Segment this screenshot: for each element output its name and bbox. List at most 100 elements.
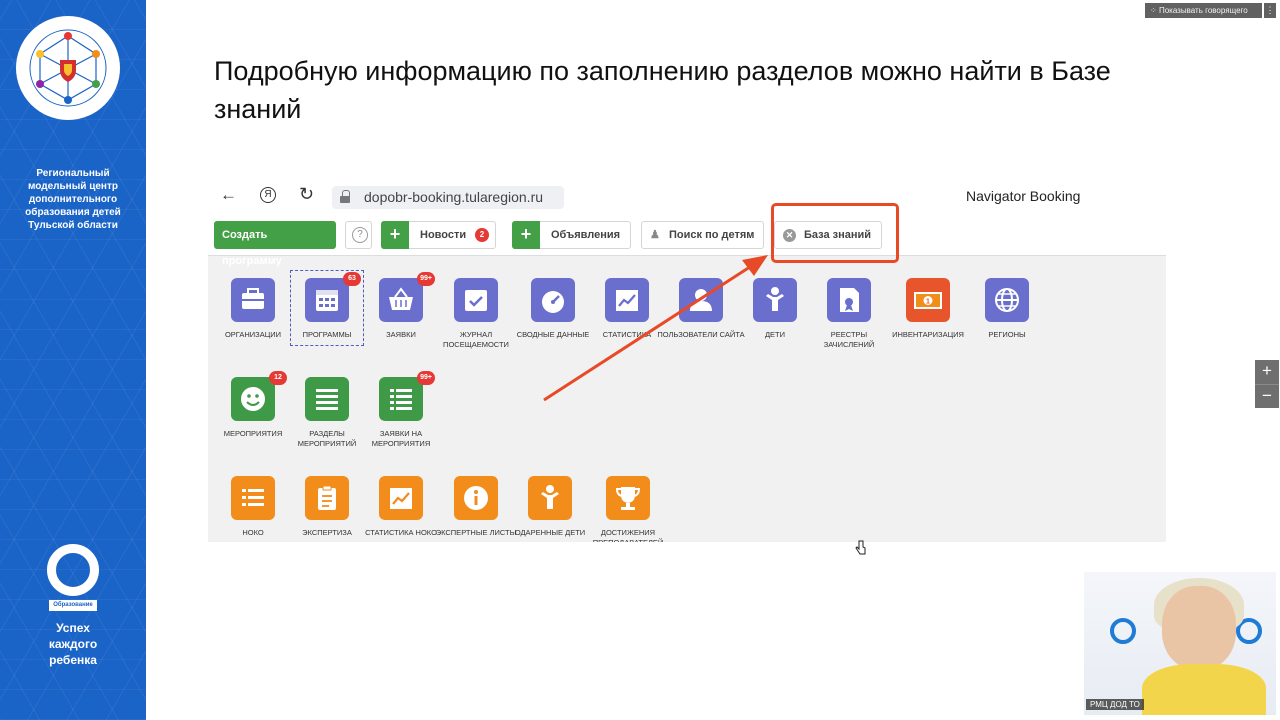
tile-label: ДОСТИЖЕНИЯ ПРЕПОДАВАТЕЛЕЙ xyxy=(592,528,664,542)
tile-statistics[interactable]: СТАТИСТИКА xyxy=(587,278,667,358)
tile-site-users[interactable]: ПОЛЬЗОВАТЕЛИ САЙТА xyxy=(657,278,745,358)
chart-icon xyxy=(379,476,423,520)
user-icon xyxy=(679,278,723,322)
zoom-in-button[interactable]: + xyxy=(1255,360,1279,384)
ring-icon xyxy=(47,544,99,596)
tile-label: ИНВЕНТАРИЗАЦИЯ xyxy=(892,330,964,339)
briefcase-icon xyxy=(231,278,275,322)
calendar-icon xyxy=(305,278,349,322)
calendar-check-icon xyxy=(454,278,498,322)
org-name-line: Региональный xyxy=(36,168,110,179)
child-icon xyxy=(753,278,797,322)
tile-noko-statistics[interactable]: СТАТИСТИКА НОКО xyxy=(361,476,441,542)
tile-badge: 99+ xyxy=(417,272,435,286)
news-button[interactable]: + Новости 2 xyxy=(381,221,496,249)
tile-regions[interactable]: РЕГИОНЫ xyxy=(967,278,1047,358)
slogan-line: каждого xyxy=(48,637,98,651)
more-menu-icon[interactable]: ⋮ xyxy=(1264,3,1276,18)
child-icon: ♟ xyxy=(650,229,660,241)
help-icon: ? xyxy=(352,227,368,243)
tile-label: ЖУРНАЛ ПОСЕЩАЕМОСТИ xyxy=(443,330,509,349)
plus-icon: + xyxy=(512,221,540,249)
back-arrow-icon[interactable]: ← xyxy=(220,185,237,205)
news-label: Новости xyxy=(420,229,467,241)
show-speaker-button[interactable]: ⁘ Показывать говорящего xyxy=(1145,3,1262,18)
tile-events[interactable]: 12 МЕРОПРИЯТИЯ xyxy=(213,371,293,457)
search-children-button[interactable]: ♟ Поиск по детям xyxy=(641,221,764,249)
browser-screenshot: ← Я ↻ dopobr-booking.tularegion.ru Navig… xyxy=(208,176,1166,542)
tile-badge: 63 xyxy=(343,272,361,286)
tile-event-applications[interactable]: 99+ ЗАЯВКИ НА МЕРОПРИЯТИЯ xyxy=(361,371,441,457)
tile-inventory[interactable]: 1 ИНВЕНТАРИЗАЦИЯ xyxy=(888,278,968,358)
tile-label: ОДАРЕННЫЕ ДЕТИ xyxy=(514,528,586,537)
yandex-icon[interactable]: Я xyxy=(260,187,276,203)
participant-face xyxy=(1162,586,1236,670)
clipboard-icon xyxy=(305,476,349,520)
plus-icon: + xyxy=(381,221,409,249)
sidebar: Региональный модельный центр дополнитель… xyxy=(0,0,146,720)
tile-summary-data[interactable]: СВОДНЫЕ ДАННЫЕ xyxy=(513,278,593,358)
tile-gifted-children[interactable]: ОДАРЕННЫЕ ДЕТИ xyxy=(510,476,590,542)
info-icon xyxy=(454,476,498,520)
gauge-icon xyxy=(531,278,575,322)
lock-icon xyxy=(340,190,350,203)
tile-noko[interactable]: НОКО xyxy=(213,476,293,542)
tile-applications[interactable]: 99+ ЗАЯВКИ xyxy=(361,272,441,358)
zoom-out-button[interactable]: − xyxy=(1255,384,1279,408)
certificate-icon xyxy=(827,278,871,322)
slogan-line: ребенка xyxy=(49,653,97,667)
participant-body xyxy=(1142,664,1266,715)
url-text: dopobr-booking.tularegion.ru xyxy=(364,189,544,205)
zoom-control: + − xyxy=(1255,360,1279,408)
tile-event-sections[interactable]: РАЗДЕЛЫ МЕРОПРИЯТИЙ xyxy=(287,377,367,457)
list-icon xyxy=(305,377,349,421)
tile-badge: 12 xyxy=(269,371,287,385)
knowledge-base-highlight-box xyxy=(771,203,899,263)
reload-icon[interactable]: ↻ xyxy=(299,184,314,205)
slogan-line: Успех xyxy=(56,621,90,635)
basket-icon xyxy=(379,278,423,322)
svg-text:1: 1 xyxy=(926,299,930,306)
tile-label: РЕГИОНЫ xyxy=(988,330,1026,339)
participant-video[interactable]: РМЦ ДОД ТО xyxy=(1084,572,1276,715)
page-title: Navigator Booking xyxy=(966,188,1081,204)
tile-enrollment-registers[interactable]: РЕЕСТРЫ ЗАЧИСЛЕНИЙ xyxy=(809,278,889,358)
globe-icon xyxy=(985,278,1029,322)
browser-address-bar: ← Я ↻ dopobr-booking.tularegion.ru Navig… xyxy=(208,176,1166,216)
participant-name-label: РМЦ ДОД ТО xyxy=(1086,699,1144,710)
chart-icon xyxy=(605,278,649,322)
org-name-line: модельный центр xyxy=(28,181,118,192)
trophy-icon xyxy=(606,476,650,520)
hand-cursor-icon xyxy=(855,540,866,555)
org-name-line: образования детей xyxy=(25,207,121,218)
tile-teacher-achievements[interactable]: ДОСТИЖЕНИЯ ПРЕПОДАВАТЕЛЕЙ xyxy=(588,476,668,542)
announcements-label: Объявления xyxy=(551,229,621,241)
tile-expertise[interactable]: ЭКСПЕРТИЗА xyxy=(287,476,367,542)
org-name-line: Тульской области xyxy=(28,220,118,231)
help-button[interactable]: ? xyxy=(345,221,372,249)
org-name-line: дополнительного xyxy=(28,194,118,205)
education-logo-label: Образование xyxy=(49,600,97,611)
slide-title-line: знаний xyxy=(214,94,302,124)
url-field[interactable]: dopobr-booking.tularegion.ru xyxy=(332,186,564,209)
ring-icon xyxy=(1110,618,1136,644)
announcements-button[interactable]: + Объявления xyxy=(512,221,631,249)
tile-label: РЕЕСТРЫ ЗАЧИСЛЕНИЙ xyxy=(823,330,875,349)
tile-children[interactable]: ДЕТИ xyxy=(735,278,815,358)
slide-title: Подробную информацию по заполнению разде… xyxy=(214,52,1224,128)
education-project-logo: Образование xyxy=(44,544,102,612)
create-program-label: Создать программу xyxy=(222,229,282,267)
tile-programs[interactable]: 63 ПРОГРАММЫ xyxy=(287,272,367,358)
regional-center-logo xyxy=(14,14,122,122)
speaker-icon: ⁘ xyxy=(1150,6,1159,15)
search-children-label: Поиск по детям xyxy=(669,229,755,241)
list-icon xyxy=(231,476,275,520)
tile-organizations[interactable]: ОРГАНИЗАЦИИ xyxy=(213,278,293,358)
app-toolbar: Создать программу ? + Новости 2 + Объявл… xyxy=(208,216,1166,267)
create-program-button[interactable]: Создать программу xyxy=(214,221,336,267)
tile-expert-sheets[interactable]: ЭКСПЕРТНЫЕ ЛИСТЫ xyxy=(436,476,516,542)
news-badge: 2 xyxy=(475,228,489,242)
slogan: Успех каждого ребенка xyxy=(14,620,132,668)
tile-attendance-journal[interactable]: ЖУРНАЛ ПОСЕЩАЕМОСТИ xyxy=(436,278,516,358)
child-icon xyxy=(528,476,572,520)
